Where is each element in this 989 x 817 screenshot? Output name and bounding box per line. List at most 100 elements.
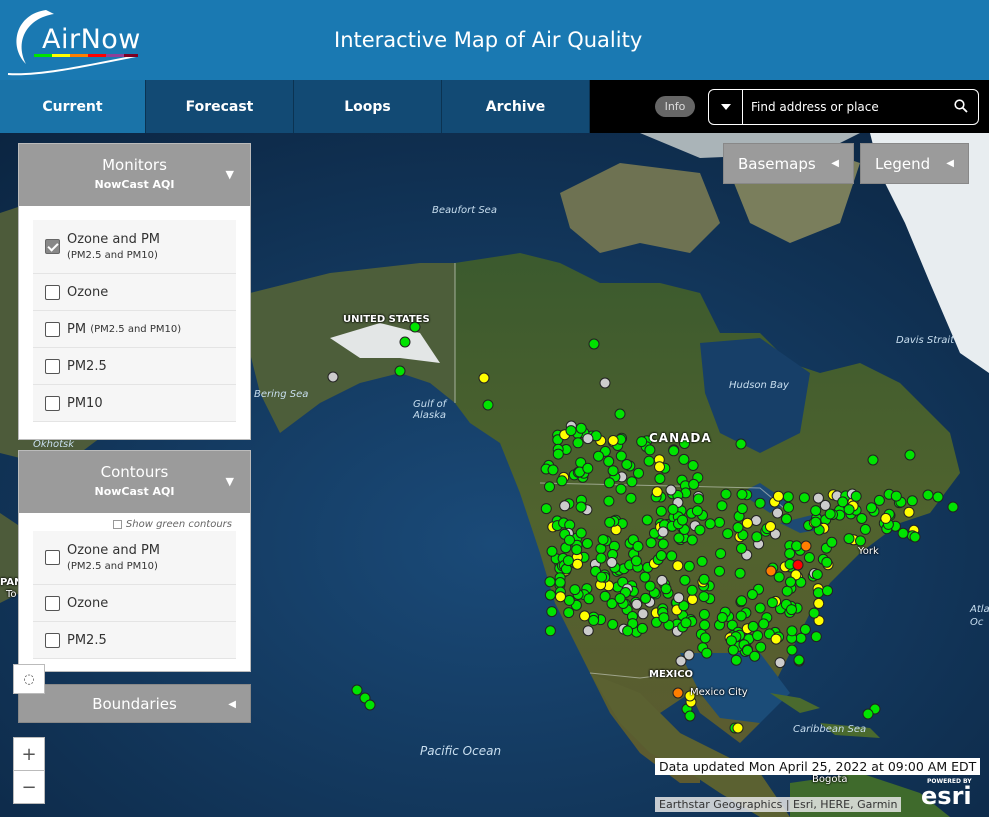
- monitor-good[interactable]: [810, 505, 822, 517]
- monitor-good[interactable]: [544, 589, 556, 601]
- monitor-moderate[interactable]: [478, 372, 490, 384]
- monitor-good[interactable]: [808, 607, 820, 619]
- monitor-good[interactable]: [599, 590, 611, 602]
- monitor-good[interactable]: [686, 534, 698, 546]
- monitor-good[interactable]: [562, 555, 574, 567]
- monitor-good[interactable]: [667, 503, 679, 515]
- monitor-good[interactable]: [554, 577, 566, 588]
- monitor-good[interactable]: [766, 597, 778, 609]
- monitor-good[interactable]: [679, 574, 691, 586]
- monitor-good[interactable]: [540, 503, 552, 515]
- monitor-moderate[interactable]: [579, 610, 591, 622]
- monitor-good[interactable]: [730, 654, 742, 666]
- monitor-good[interactable]: [645, 537, 657, 549]
- monitor-good[interactable]: [603, 455, 615, 467]
- monitor-good[interactable]: [546, 606, 558, 618]
- monitor-good[interactable]: [803, 552, 815, 563]
- monitor-good[interactable]: [754, 602, 766, 614]
- monitor-good[interactable]: [593, 450, 604, 462]
- zoom-in-button[interactable]: +: [13, 737, 45, 771]
- monitor-option-ozone[interactable]: Ozone: [33, 274, 236, 311]
- monitor-good[interactable]: [654, 473, 666, 485]
- monitor-usg[interactable]: [672, 687, 684, 699]
- monitor-good[interactable]: [666, 550, 678, 562]
- monitor-good[interactable]: [603, 477, 615, 489]
- monitor-good[interactable]: [640, 592, 652, 604]
- monitor-good[interactable]: [694, 524, 706, 536]
- monitor-good[interactable]: [686, 584, 698, 596]
- monitor-good[interactable]: [859, 523, 871, 535]
- monitor-good[interactable]: [364, 699, 376, 711]
- monitor-good[interactable]: [571, 544, 583, 556]
- monitor-good[interactable]: [821, 556, 833, 568]
- monitor-good[interactable]: [716, 612, 728, 623]
- monitor-usg[interactable]: [765, 565, 777, 577]
- monitor-good[interactable]: [614, 593, 626, 604]
- monitor-no-data[interactable]: [675, 655, 687, 667]
- monitor-good[interactable]: [572, 437, 584, 449]
- checkbox-icon[interactable]: [45, 395, 60, 411]
- monitor-moderate[interactable]: [654, 461, 665, 473]
- monitor-good[interactable]: [597, 534, 609, 546]
- tab-archive[interactable]: Archive: [442, 80, 590, 133]
- monitor-good[interactable]: [714, 565, 725, 577]
- monitor-good[interactable]: [630, 555, 642, 567]
- monitor-good[interactable]: [636, 436, 648, 448]
- monitor-good[interactable]: [678, 453, 690, 465]
- monitor-moderate[interactable]: [880, 512, 892, 524]
- monitor-good[interactable]: [699, 632, 711, 644]
- monitor-no-data[interactable]: [637, 608, 649, 620]
- locate-button[interactable]: ◌: [13, 664, 45, 694]
- monitor-good[interactable]: [581, 538, 593, 549]
- monitor-moderate[interactable]: [687, 594, 698, 605]
- monitor-good[interactable]: [798, 492, 810, 504]
- checkbox-icon[interactable]: [45, 284, 60, 300]
- info-button[interactable]: Info: [655, 96, 695, 117]
- monitor-no-data[interactable]: [582, 625, 594, 637]
- basemaps-button[interactable]: Basemaps ◀: [723, 143, 854, 184]
- monitor-no-data[interactable]: [665, 484, 677, 496]
- monitor-good[interactable]: [688, 478, 700, 490]
- monitor-good[interactable]: [668, 445, 680, 457]
- search-input[interactable]: [751, 90, 941, 124]
- monitor-good[interactable]: [698, 573, 710, 585]
- monitor-moderate[interactable]: [741, 517, 753, 529]
- monitor-good[interactable]: [811, 569, 823, 580]
- monitor-good[interactable]: [588, 338, 600, 350]
- monitor-good[interactable]: [810, 631, 822, 643]
- monitor-option-ozone-pm[interactable]: Ozone and PM (PM2.5 and PM10): [33, 220, 236, 274]
- monitor-good[interactable]: [660, 583, 672, 595]
- monitor-good[interactable]: [904, 449, 916, 461]
- monitor-good[interactable]: [822, 585, 833, 597]
- monitor-good[interactable]: [615, 450, 627, 462]
- monitor-no-data[interactable]: [327, 371, 339, 383]
- monitor-good[interactable]: [734, 567, 746, 579]
- monitor-good[interactable]: [754, 497, 766, 509]
- monitor-good[interactable]: [752, 630, 764, 642]
- monitor-moderate[interactable]: [651, 486, 663, 498]
- monitor-no-data[interactable]: [673, 592, 685, 604]
- monitor-good[interactable]: [399, 336, 411, 348]
- legend-button[interactable]: Legend ◀: [860, 143, 969, 184]
- monitor-moderate[interactable]: [765, 521, 776, 532]
- monitor-no-data[interactable]: [657, 526, 669, 538]
- monitor-good[interactable]: [603, 495, 615, 507]
- monitor-good[interactable]: [699, 619, 711, 631]
- monitor-good[interactable]: [735, 438, 747, 450]
- monitor-moderate[interactable]: [772, 490, 784, 502]
- monitor-good[interactable]: [727, 644, 739, 656]
- checkbox-checked-icon[interactable]: [45, 239, 60, 254]
- monitor-good[interactable]: [795, 632, 807, 644]
- monitor-good[interactable]: [575, 501, 587, 513]
- monitor-good[interactable]: [691, 505, 703, 517]
- monitor-good[interactable]: [684, 710, 696, 722]
- monitor-good[interactable]: [786, 644, 798, 656]
- monitor-good[interactable]: [588, 614, 600, 626]
- monitor-moderate[interactable]: [732, 722, 744, 734]
- monitor-good[interactable]: [622, 625, 634, 637]
- monitor-good[interactable]: [843, 504, 855, 516]
- checkbox-icon[interactable]: [45, 321, 60, 337]
- monitor-moderate[interactable]: [903, 506, 915, 518]
- contour-option-pm25[interactable]: PM2.5: [33, 622, 236, 659]
- monitor-good[interactable]: [607, 618, 619, 630]
